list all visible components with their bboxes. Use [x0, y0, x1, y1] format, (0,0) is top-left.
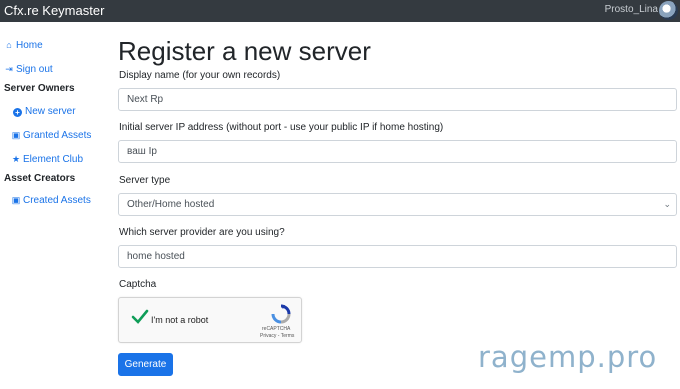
sign-out-icon: ⇥ [5, 64, 13, 74]
top-navbar: Cfx.re Keymaster Prosto_Lina [0, 0, 680, 22]
sidebar-item-new-server[interactable]: + New server [13, 106, 76, 117]
watermark: ragemp.pro [478, 340, 658, 374]
captcha-label: Captcha [119, 279, 157, 290]
server-ip-label: Initial server IP address (without port … [119, 122, 444, 133]
plus-circle-icon: + [13, 108, 22, 117]
username[interactable]: Prosto_Lina [605, 4, 658, 15]
provider-label: Which server provider are you using? [119, 227, 285, 238]
recaptcha-brand: reCAPTCHA [262, 326, 291, 332]
brand-logo[interactable]: Cfx.re Keymaster [4, 3, 104, 18]
sidebar-item-label: Home [16, 40, 43, 51]
star-icon: ★ [11, 154, 21, 164]
recaptcha-links[interactable]: Privacy - Terms [260, 333, 294, 339]
register-server-form: Register a new server Display name (for … [118, 22, 678, 389]
sidebar-item-created-assets[interactable]: ▣ Created Assets [11, 195, 91, 206]
server-type-select[interactable]: Other/Home hosted ⌄ [118, 193, 677, 216]
sidebar-item-label: Element Club [23, 154, 84, 165]
server-ip-input[interactable]: ваш Ip [118, 140, 677, 163]
checkmark-icon[interactable] [131, 308, 149, 326]
sidebar: ⌂ Home ⇥ Sign out Server Owners + New serve… [0, 22, 112, 389]
sidebar-section-server-owners: Server Owners [4, 83, 75, 94]
sidebar-item-element-club[interactable]: ★ Element Club [11, 154, 83, 165]
recaptcha-widget: I'm not a robot reCAPTCHA Privacy - Term… [118, 297, 302, 343]
sidebar-item-sign-out[interactable]: ⇥ Sign out [4, 64, 53, 75]
chevron-down-icon: ⌄ [663, 199, 671, 209]
generate-button[interactable]: Generate [118, 353, 173, 376]
captcha-checkbox-label: I'm not a robot [151, 315, 209, 325]
display-name-label: Display name (for your own records) [119, 70, 281, 81]
display-name-input[interactable]: Next Rp [118, 88, 677, 111]
sidebar-section-asset-creators: Asset Creators [4, 173, 76, 184]
sidebar-item-label: New server [25, 106, 76, 117]
gift-icon: ▣ [11, 195, 21, 205]
sidebar-item-granted-assets[interactable]: ▣ Granted Assets [11, 130, 92, 141]
home-icon: ⌂ [6, 40, 12, 50]
provider-input[interactable]: home hosted [118, 245, 677, 268]
page-title: Register a new server [118, 36, 371, 66]
sidebar-item-home[interactable]: ⌂ Home [4, 40, 43, 51]
avatar[interactable] [659, 1, 678, 20]
gift-icon: ▣ [11, 130, 21, 140]
sidebar-item-label: Granted Assets [23, 130, 92, 141]
recaptcha-logo-icon [271, 304, 291, 324]
sidebar-item-label: Created Assets [23, 195, 91, 206]
sidebar-item-label: Sign out [16, 64, 53, 75]
server-type-label: Server type [119, 175, 171, 186]
server-type-value: Other/Home hosted [127, 199, 215, 210]
